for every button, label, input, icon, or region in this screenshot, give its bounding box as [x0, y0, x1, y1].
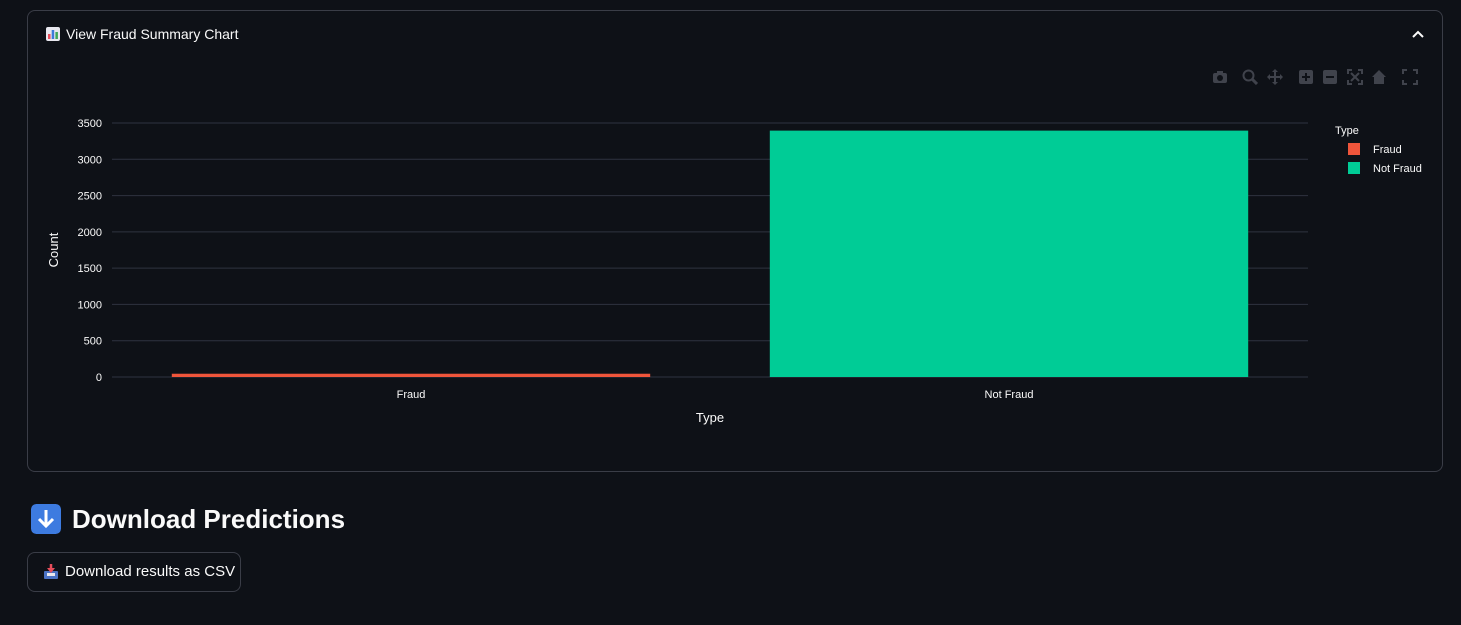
- fraud-summary-expander: View Fraud Summary Chart 0 500 1000 1500…: [27, 10, 1443, 472]
- y-tick-label: 1000: [78, 299, 102, 311]
- x-tick-label: Not Fraud: [985, 389, 1034, 401]
- legend-title: Type: [1335, 125, 1359, 137]
- down-arrow-emoji-icon: [31, 504, 61, 534]
- y-tick-label: 500: [84, 336, 102, 348]
- legend-item-label: Fraud: [1373, 144, 1402, 156]
- x-axis-title: Type: [696, 410, 724, 425]
- legend-swatch: [1348, 143, 1360, 155]
- x-tick-label: Fraud: [397, 389, 426, 401]
- download-heading-text: Download Predictions: [72, 504, 346, 534]
- download-csv-button-label: Download results as CSV: [65, 563, 236, 580]
- y-tick-label: 3000: [78, 154, 102, 166]
- inbox-tray-icon: [44, 564, 58, 579]
- bar-not-fraud: [769, 130, 1249, 377]
- y-tick-label: 2000: [78, 227, 102, 239]
- y-tick-label: 0: [96, 372, 102, 384]
- fraud-bar-chart: 0 500 1000 1500 2000 2500 3000 3500 Fraud Not Fra…: [46, 118, 1422, 425]
- y-tick-label: 2500: [78, 191, 102, 203]
- y-tick-label: 1500: [78, 263, 102, 275]
- legend-item-label: Not Fraud: [1373, 163, 1422, 175]
- y-tick-label: 3500: [78, 118, 102, 130]
- legend-swatch: [1348, 162, 1360, 174]
- y-axis-title: Count: [46, 232, 61, 267]
- download-csv-button[interactable]: Download results as CSV: [27, 552, 241, 592]
- bar-fraud: [171, 373, 651, 377]
